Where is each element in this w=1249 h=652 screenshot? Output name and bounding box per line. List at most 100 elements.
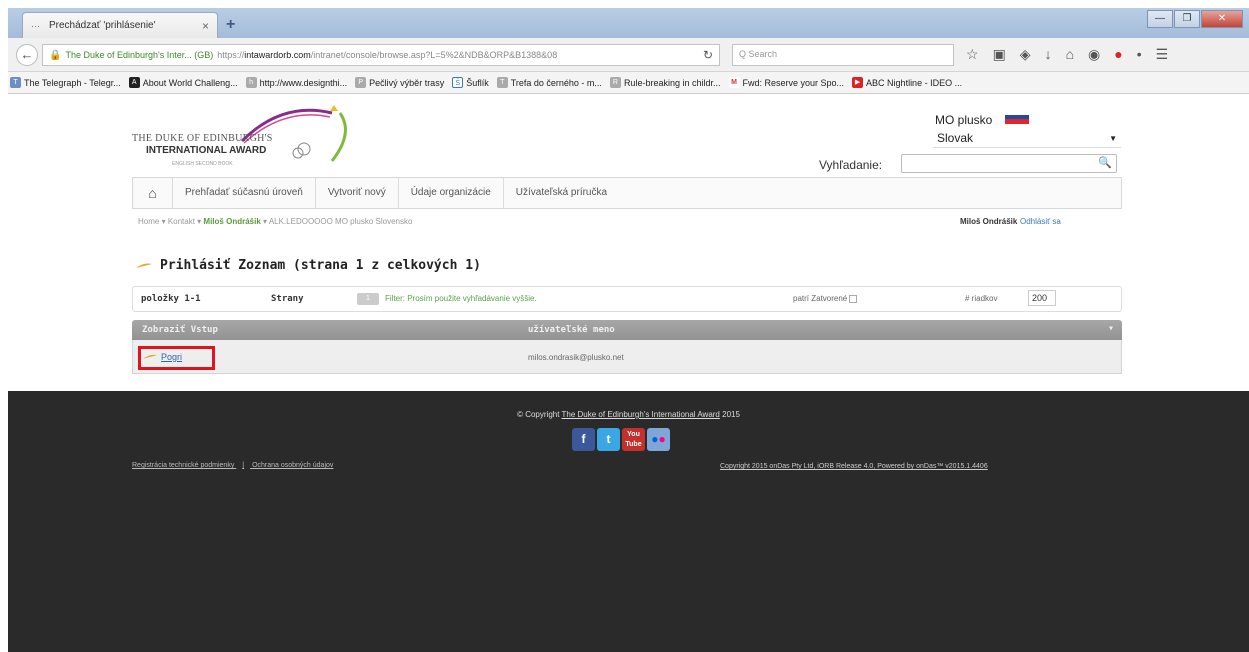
search-icon[interactable]: 🔍 <box>1098 156 1112 169</box>
youtube-icon[interactable]: You Tube <box>622 428 645 451</box>
extension-icon[interactable]: • <box>1137 46 1142 63</box>
logo-text-line2: INTERNATIONAL AWARD <box>146 145 267 156</box>
username-cell: milos.ondrasik@plusko.net <box>528 353 624 362</box>
url-bar[interactable]: 🔒 The Duke of Edinburgh's Inter... (GB) … <box>42 44 720 66</box>
new-tab-button[interactable]: + <box>226 16 235 34</box>
url-site-identity: The Duke of Edinburgh's Inter... (GB) <box>65 50 214 60</box>
menu-item-create[interactable]: Vytvoriť nový <box>316 178 399 208</box>
list-info-bar: položky 1-1 Strany 1 Filter: Prosím použ… <box>132 286 1122 312</box>
search-input[interactable]: 🔍 <box>901 154 1117 173</box>
home-icon[interactable]: ⌂ <box>133 178 173 208</box>
column-header-view[interactable]: Zobraziť Vstup <box>142 325 218 335</box>
window-controls: — ❐ ✕ <box>1146 10 1243 28</box>
page-title-text: Prihlásiť Zoznam (strana 1 z celkových 1… <box>160 258 481 273</box>
browser-search-input[interactable]: Q Search <box>732 44 954 66</box>
reload-icon[interactable]: ↻ <box>703 48 713 62</box>
pocket-icon[interactable]: ◈ <box>1020 46 1031 63</box>
bookmark-icon: P <box>355 77 367 88</box>
bookmark-label: ABC Nightline - IDEO ... <box>866 77 963 88</box>
bookmark-item[interactable]: M Fwd: Reserve your Spo... <box>728 77 845 88</box>
menu-item-user-guide[interactable]: Užívateľská príručka <box>504 178 619 208</box>
tab-close-icon[interactable]: × <box>202 19 209 33</box>
flickr-icon[interactable]: ●● <box>647 428 670 451</box>
privacy-link[interactable]: Ochrana osobných údajov <box>252 462 333 469</box>
main-menu: ⌂ Prehľadať súčasnú úroveň Vytvoriť nový… <box>132 177 1122 209</box>
breadcrumb-home[interactable]: Home <box>138 217 159 226</box>
column-header-username[interactable]: užívateľské meno <box>528 325 615 335</box>
dropdown-arrow-icon: ▼ <box>1109 134 1117 143</box>
adblock-icon[interactable]: ● <box>1114 46 1122 63</box>
bookmark-label: The Telegraph - Telegr... <box>24 77 121 88</box>
tab-title: Prechádzať 'prihlásenie' <box>49 20 156 31</box>
page-button[interactable]: 1 <box>357 293 379 305</box>
powered-by-text[interactable]: Copyright 2015 onDas Pty Ltd, iORB Relea… <box>720 463 988 470</box>
bookmarks-bar: T The Telegraph - Telegr... A About World … <box>8 72 1249 94</box>
logo-text-line3: ENGLISH SECOND BOOK <box>172 161 233 167</box>
breadcrumb: Home ▾ Kontakt ▾ Miloš Ondrášik ▾ ALK.LE… <box>138 217 413 226</box>
navigation-bar: ← 🔒 The Duke of Edinburgh's Inter... (GB… <box>8 38 1249 72</box>
bookmark-label: http://www.designthi... <box>259 77 348 88</box>
bookmark-icon: R <box>609 77 621 88</box>
results-table: Zobraziť Vstup užívateľské meno ▾ Pogri … <box>132 320 1122 374</box>
url-path: /intranet/console/browse.asp?L=5%2&NDB&O… <box>310 50 558 60</box>
rows-label: # riadkov <box>965 294 998 303</box>
social-icons: f t You Tube ●● <box>572 428 670 451</box>
hamburger-menu-icon[interactable]: ☰ <box>1156 46 1169 63</box>
url-prefix: https:// <box>217 50 245 60</box>
bookmark-item[interactable]: T The Telegraph - Telegr... <box>10 77 121 88</box>
language-value: Slovak <box>937 131 974 145</box>
column-menu-icon[interactable]: ▾ <box>1108 323 1114 334</box>
bookmark-label: Fwd: Reserve your Spo... <box>742 77 845 88</box>
twitter-icon[interactable]: t <box>597 428 620 451</box>
slovakia-flag-icon <box>1005 110 1029 124</box>
menu-item-organization[interactable]: Údaje organizácie <box>399 178 504 208</box>
bookmark-label: Rule-breaking in childr... <box>623 77 721 88</box>
breadcrumb-contact[interactable]: Kontakt <box>168 217 195 226</box>
bookmark-item[interactable]: T Trefa do černého - m... <box>496 77 602 88</box>
breadcrumb-org[interactable]: ALK.LEDOOOOO MO plusko Slovensko <box>269 217 413 226</box>
menu-item-browse[interactable]: Prehľadať súčasnú úroveň <box>173 178 316 208</box>
bookmark-star-icon[interactable]: ☆ <box>966 46 979 63</box>
copyright-prefix: © Copyright <box>517 410 560 419</box>
tab-bar: ⋯ Prechádzať 'prihlásenie' × + — ❐ ✕ <box>8 8 1249 38</box>
bookmark-icon: M <box>728 77 740 88</box>
bookmark-item[interactable]: A About World Challeng... <box>128 77 238 88</box>
facebook-icon[interactable]: f <box>572 428 595 451</box>
organization-label: MO plusko <box>935 113 993 127</box>
filter-text: Filter: Prosím použite vyhľadávanie vyšš… <box>385 294 537 303</box>
page-content: THE DUKE OF EDINBURGH'S INTERNATIONAL AW… <box>8 95 1249 391</box>
closed-checkbox[interactable] <box>849 294 858 303</box>
current-user-name: Miloš Ondrášik <box>960 217 1018 226</box>
rows-per-page-input[interactable]: 200 <box>1028 290 1056 306</box>
language-select[interactable]: Slovak ▼ <box>933 130 1121 148</box>
download-icon[interactable]: ↓ <box>1045 46 1052 63</box>
close-window-button[interactable]: ✕ <box>1201 10 1243 28</box>
bookmark-item[interactable]: h http://www.designthi... <box>245 77 348 88</box>
bookmark-label: Pečlivý výběr trasy <box>369 77 445 88</box>
footer: © Copyright The Duke of Edinburgh's Inte… <box>8 391 1249 652</box>
browser-tab[interactable]: ⋯ Prechádzať 'prihlásenie' × <box>22 12 218 38</box>
maximize-button[interactable]: ❐ <box>1174 10 1200 28</box>
award-logo[interactable]: THE DUKE OF EDINBURGH'S INTERNATIONAL AW… <box>132 101 352 181</box>
terms-link[interactable]: Registrácia technické podmienky <box>132 462 234 469</box>
back-arrow-icon[interactable]: ← <box>16 44 38 66</box>
bookmark-item[interactable]: P Pečlivý výběr trasy <box>355 77 444 88</box>
chat-icon[interactable]: ◉ <box>1088 46 1100 63</box>
minimize-button[interactable]: — <box>1147 10 1173 28</box>
bookmark-icon: A <box>128 77 140 88</box>
table-header: Zobraziť Vstup užívateľské meno ▾ <box>132 320 1122 340</box>
lock-icon: 🔒 <box>49 49 62 61</box>
home-icon[interactable]: ⌂ <box>1066 46 1074 63</box>
bookmark-item[interactable]: Š Šuflík <box>452 77 489 88</box>
reading-list-icon[interactable]: ▣ <box>993 46 1006 63</box>
url-host: intawardorb.com <box>244 50 311 60</box>
bookmark-item[interactable]: R Rule-breaking in childr... <box>609 77 721 88</box>
page-title: Prihlásiť Zoznam (strana 1 z celkových 1… <box>136 258 481 273</box>
copyright-link[interactable]: The Duke of Edinburgh's International Aw… <box>562 410 720 419</box>
logout-link[interactable]: Odhlásiť sa <box>1020 217 1061 226</box>
table-row: Pogri milos.ondrasik@plusko.net <box>132 340 1122 374</box>
bookmark-label: Trefa do černého - m... <box>510 77 602 88</box>
bookmark-item[interactable]: ▶ ABC Nightline - IDEO ... <box>852 77 962 88</box>
closed-label: patrí Zatvorené <box>793 294 848 303</box>
breadcrumb-person[interactable]: Miloš Ondrášik <box>203 217 260 226</box>
